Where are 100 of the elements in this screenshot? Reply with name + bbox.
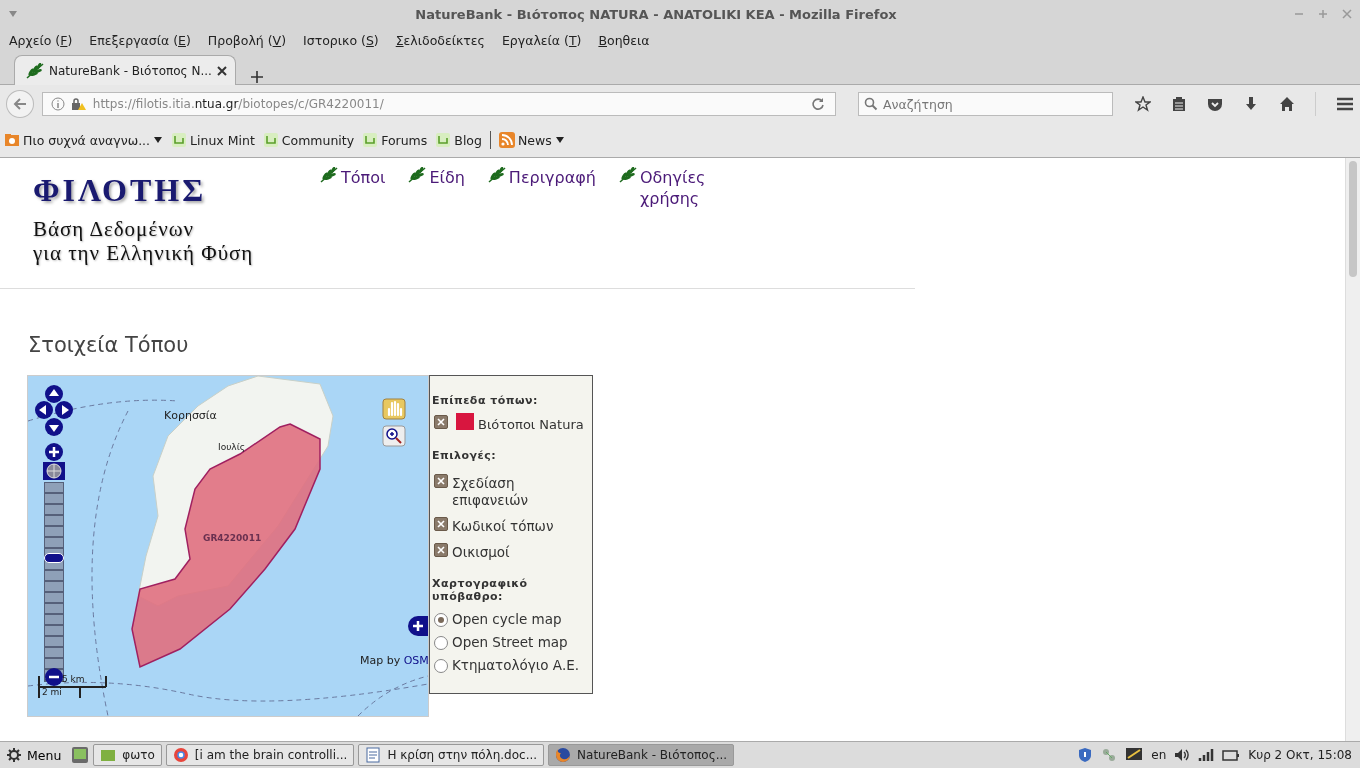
keyboard-layout[interactable]: en [1151,748,1167,762]
caret-icon [554,136,565,144]
nav-link[interactable]: Τόποι [341,167,386,188]
checkbox[interactable] [434,474,448,488]
signal-icon [1198,747,1215,763]
layer-switcher-icon[interactable] [408,616,428,636]
caret-icon [153,136,164,144]
zoom-slider-thumb[interactable] [44,553,64,564]
site-tagline: Βάση Δεδομένων [33,217,195,241]
mint-logo-icon [262,132,279,148]
leaf-icon [407,167,428,183]
home-icon[interactable] [1279,96,1295,112]
taskbar-window[interactable]: [i am the brain controlli... [165,744,355,766]
url-field[interactable]: https://filotis.itia.ntua.gr/biotopes/c/GR4220011/ [41,92,836,116]
rss-icon [498,132,515,148]
window-title: NatureBank - Βιότοπος NATURA - ANATOLIKI KEA - Mozilla Firefox [414,6,898,22]
osm-link[interactable]: OSM [403,654,429,667]
app-menu-title[interactable]: Επεξεργασία (E) [89,32,191,48]
bookmark-star-icon[interactable] [1135,96,1151,112]
window-menu-icon [8,10,18,18]
radio-button[interactable] [434,659,448,673]
volume-icon [1174,747,1191,763]
site-logo: ΦΙΛΟΤΗΣ [33,172,208,209]
taskbar-window[interactable]: NatureBank - Βιότοπος... [548,744,735,766]
bookmark-item[interactable]: Blog [435,132,482,148]
app-menu-title[interactable]: Σελιδοδείκτες [395,32,485,48]
leaf-icon [319,167,339,183]
folder-icon [4,132,20,148]
browser-tab[interactable]: NatureBank - Βιότοπος N... [14,55,236,85]
zoom-in-icon[interactable] [43,443,65,461]
map-view[interactable]: Κορησσία Ιουλίς GR4220011 Map by OSM 5 km 2 mi [27,375,429,717]
checkbox[interactable] [434,415,448,429]
leaf-icon [486,167,507,183]
bookmark-item[interactable]: News [498,132,565,148]
folder-icon [100,747,117,763]
clock[interactable]: Κυρ 2 Οκτ, 15:08 [1248,748,1352,762]
radio-button[interactable] [434,613,448,627]
menu-icon[interactable] [1336,96,1354,112]
scale-label: 2 mi [42,687,62,697]
bookmark-item[interactable]: Πιο συχνά αναγνω... [4,132,164,148]
section-heading: Στοιχεία Τόπου [28,333,190,357]
taskbar-window[interactable]: Η κρίση στην πόλη.doc... [358,744,545,766]
taskbar-window[interactable]: φωτο [93,744,162,766]
leaf-icon [618,167,638,183]
pan-control-icon[interactable] [35,384,73,438]
network-icon [1101,747,1118,763]
close-icon[interactable] [217,65,227,76]
radio-button[interactable] [434,636,448,650]
start-menu-button[interactable]: Menu [4,747,68,763]
gear-icon [6,747,22,763]
basemap-label: Open cycle map [452,611,562,628]
option-label: Οικισμοί [452,544,510,561]
basemap-label: Open Street map [452,634,568,651]
mint-logo-icon [435,132,452,148]
scrollbar-thumb[interactable] [1349,161,1357,277]
url-text: https://filotis.itia.ntua.gr/biotopes/c/GR4220011/ [92,97,385,111]
app-menu-title[interactable]: Προβολή (V) [207,32,287,48]
firefox-icon [555,747,572,763]
document-icon [365,747,382,763]
checkbox[interactable] [434,543,448,557]
pocket-icon[interactable] [1207,96,1223,112]
app-menu-title[interactable]: Αρχείο (F) [9,32,73,48]
legend-title: Επιλογές: [432,449,498,462]
option-label: Κωδικοί τόπων [452,518,554,535]
option-label: Σχεδίαση επιφανειών [452,475,530,509]
site-tagline: για την Ελληνική Φύση [33,241,255,265]
app-menu-title[interactable]: Ιστορικο (S) [303,32,379,48]
place-label: Κορησσία [164,409,217,422]
map-attribution: Map by OSM [360,654,429,667]
zoom-out-icon[interactable] [43,668,65,686]
nav-link[interactable]: Είδη [429,167,465,188]
info-icon [50,97,65,111]
bookmark-item[interactable]: Linux Mint [171,132,255,148]
show-desktop-icon[interactable] [71,746,90,764]
basemap-label: Κτηματολόγιο Α.Ε. [452,657,580,674]
download-icon[interactable] [1243,96,1259,112]
app-menu-title[interactable]: Βοηθεια [598,32,650,48]
scale-label: 5 km [62,674,85,684]
tab-title: NatureBank - Βιότοπος N... [49,63,213,78]
new-tab-icon[interactable] [250,70,264,84]
bookmark-item[interactable]: Forums [362,132,428,148]
shield-icon [1077,747,1094,763]
reload-icon[interactable] [811,97,825,111]
nav-link[interactable]: Περιγραφή [508,167,596,188]
back-button[interactable] [6,90,34,118]
legend-title: Επίπεδα τόπων: [432,394,539,407]
reading-list-icon[interactable] [1171,96,1187,112]
zoom-box-icon[interactable] [382,425,406,447]
nav-link[interactable]: Οδηγίες χρήσης [640,167,724,209]
zoom-slider[interactable] [44,482,64,682]
checkbox[interactable] [434,517,448,531]
globe-icon[interactable] [43,462,65,480]
bookmark-item[interactable]: Community [262,132,355,148]
back-arrow-icon [12,97,27,111]
mint-logo-icon [362,132,379,148]
search-field[interactable]: Αναζήτηση [858,92,1113,116]
app-menu-title[interactable]: Εργαλεία (T) [501,32,582,48]
display-icon [1125,747,1144,763]
battery-icon [1222,747,1241,763]
layer-label: Βιότοποι Natura [478,416,584,433]
